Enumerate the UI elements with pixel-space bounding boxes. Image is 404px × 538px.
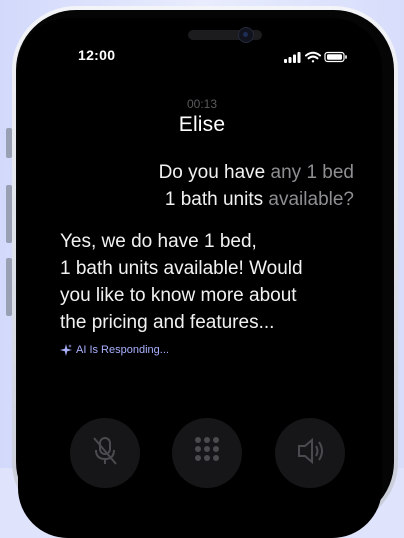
user-message-segment: any 1 bed xyxy=(270,162,354,183)
ai-message-segment: the pricing and features... xyxy=(60,312,275,333)
user-message: Do you have any 1 bed 1 bath units availa… xyxy=(114,159,354,213)
battery-icon xyxy=(324,51,347,63)
status-icons xyxy=(284,50,348,63)
user-message-segment: 1 bath units xyxy=(164,189,269,210)
user-message-segment: available? xyxy=(268,189,354,210)
keypad-button[interactable] xyxy=(172,418,242,488)
ai-status: AI Is Responding... xyxy=(60,344,169,356)
ai-message: Yes, we do have 1 bed, 1 bath units avail… xyxy=(60,228,350,336)
ai-message-segment: you like to know more about xyxy=(60,285,297,306)
keypad-icon xyxy=(195,437,219,461)
ai-message-segment: Yes, we do have 1 bed, xyxy=(60,231,257,252)
wifi-icon xyxy=(305,51,321,63)
ai-status-label: AI Is Responding... xyxy=(76,344,169,356)
call-timer: 00:13 xyxy=(186,97,218,111)
mic-off-icon xyxy=(93,437,117,465)
speaker-button[interactable] xyxy=(275,418,345,488)
status-time: 12:00 xyxy=(78,47,116,63)
camera-icon xyxy=(238,27,254,43)
speaker-icon xyxy=(298,437,323,465)
signal-icon xyxy=(284,52,301,63)
mute-button[interactable] xyxy=(70,418,140,488)
caller-name: Elise xyxy=(178,113,226,136)
user-message-segment: Do you have xyxy=(158,162,271,183)
sparkle-icon xyxy=(60,344,72,356)
ai-message-segment: 1 bath units available! Would xyxy=(60,258,303,279)
